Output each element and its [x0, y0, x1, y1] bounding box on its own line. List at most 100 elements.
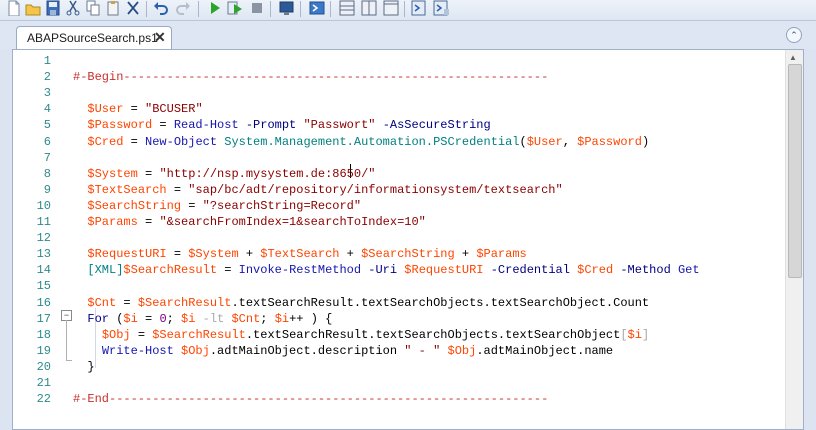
code-token: =: [166, 247, 189, 262]
code-token: $Cred: [87, 134, 124, 149]
code-line: $Obj = $SearchResult.textSearchResult.te…: [73, 328, 649, 342]
code-token: For: [87, 311, 110, 326]
code-token: "BCUSER": [145, 102, 203, 117]
toolbar-separator: [300, 1, 301, 17]
code-line: For ($i = 0; $i -lt $Cnt; $i++ ) {: [73, 312, 332, 326]
code-token: =: [137, 166, 160, 181]
code-token: .textSearchResult.textSearchObjects.text…: [231, 295, 650, 310]
code-token: +: [454, 247, 477, 262]
stop-icon[interactable]: [248, 0, 266, 16]
code-line: $Cnt = $SearchResult.textSearchResult.te…: [73, 296, 649, 310]
line-number: 6: [43, 134, 51, 149]
tab-bar: ABAPSourceSearch.ps1 ✕ ⌃: [0, 21, 816, 50]
powershell-icon[interactable]: [308, 0, 326, 16]
code-token: Get: [677, 263, 700, 278]
code-token: $Obj: [447, 343, 477, 358]
code-token: ]: [641, 327, 650, 342]
run-selection-icon[interactable]: [226, 0, 244, 16]
code-token: $TextSearch: [260, 247, 340, 262]
paste-icon[interactable]: [104, 0, 122, 16]
code-line: [XML]$SearchResult = Invoke-RestMethod -…: [73, 263, 700, 278]
code-token: $i: [181, 311, 196, 326]
layout-max-icon[interactable]: [382, 0, 400, 16]
vertical-scrollbar[interactable]: ▲: [785, 50, 803, 429]
code-token: [XML]: [87, 263, 124, 278]
code-token: ): [641, 134, 650, 149]
code-token: $Obj: [181, 343, 210, 358]
remote-tab-icon[interactable]: [278, 0, 296, 16]
code-token: ;: [166, 311, 182, 326]
toolbar-separator: [198, 1, 199, 17]
save-icon[interactable]: [44, 0, 62, 16]
code-token: (: [519, 134, 527, 149]
cut-icon[interactable]: [64, 0, 82, 16]
open-folder-icon[interactable]: [24, 0, 42, 16]
code-line: $Cred = New-Object System.Management.Aut…: [73, 135, 649, 149]
code-line: }: [73, 360, 94, 374]
code-area[interactable]: #-Begin---------------------------------…: [73, 50, 785, 429]
scroll-up-icon[interactable]: ▲: [789, 53, 797, 62]
toolbar-separator: [404, 1, 405, 17]
tab-abapsourcesearch[interactable]: ABAPSourceSearch.ps1 ✕: [16, 26, 172, 50]
clear-icon[interactable]: [124, 0, 142, 16]
code-token: .adtMainObject.name: [476, 343, 614, 358]
code-token: $System: [188, 247, 239, 262]
code-token: $SearchResult: [137, 295, 232, 310]
line-number: 10: [36, 198, 51, 213]
line-number: 13: [36, 247, 51, 262]
code-token: -lt: [202, 311, 225, 326]
code-token: .adtMainObject.description: [209, 343, 405, 358]
line-number: 22: [36, 392, 51, 407]
code-token: $User: [87, 102, 124, 117]
command-addon-icon[interactable]: [432, 0, 450, 16]
code-line: $SearchString = "?searchString=Record": [73, 199, 361, 213]
code-token: $System: [87, 166, 138, 181]
layout-top-icon[interactable]: [338, 0, 356, 16]
line-number: 4: [43, 102, 51, 117]
copy-icon[interactable]: [84, 0, 102, 16]
code-token: $User: [526, 134, 563, 149]
code-token: =: [123, 102, 146, 117]
close-icon[interactable]: ✕: [154, 29, 166, 46]
tab-label: ABAPSourceSearch.ps1: [27, 31, 158, 45]
code-token: -Uri: [368, 263, 398, 278]
script-editor[interactable]: 1 2 3 4 5 6 7 8 9 10 11 12 13 14 15 16 17 18 19 20 21 22 − #-…: [12, 49, 804, 430]
undo-icon[interactable]: [152, 0, 170, 16]
code-token: $RequestURI: [87, 247, 167, 262]
new-file-icon[interactable]: [4, 0, 22, 17]
layout-right-icon[interactable]: [360, 0, 378, 16]
toolbar: [0, 0, 816, 21]
code-line: $RequestURI = $System + $TextSearch + $S…: [73, 247, 526, 262]
code-token: $SearchString: [87, 198, 182, 213]
scrollbar-thumb[interactable]: [788, 64, 802, 278]
code-token: $Cnt: [231, 311, 261, 326]
code-token: ++ ) {: [289, 311, 333, 326]
code-token: =: [123, 134, 146, 149]
command-window-icon[interactable]: [410, 0, 428, 16]
code-token: System.Management.Automation.PSCredentia…: [224, 134, 520, 149]
code-line: Write-Host $Obj.adtMainObject.descriptio…: [73, 344, 613, 358]
code-token: =: [181, 198, 203, 213]
redo-icon[interactable]: [174, 0, 192, 16]
code-token: +: [339, 247, 362, 262]
code-token: $Cred: [577, 263, 614, 278]
code-line: $System = "http://nsp.mysystem.de:8650/": [73, 167, 375, 181]
code-token: ;: [260, 311, 275, 326]
code-token: $Params: [87, 215, 138, 229]
run-icon[interactable]: [206, 0, 224, 16]
fold-end: [66, 360, 72, 361]
code-token: $TextSearch: [87, 182, 167, 197]
code-token: =: [166, 182, 189, 197]
code-token: -Method: [620, 263, 671, 278]
code-line: #-Begin---------------------------------…: [73, 70, 548, 84]
collapse-pane-icon[interactable]: ⌃: [786, 27, 802, 43]
